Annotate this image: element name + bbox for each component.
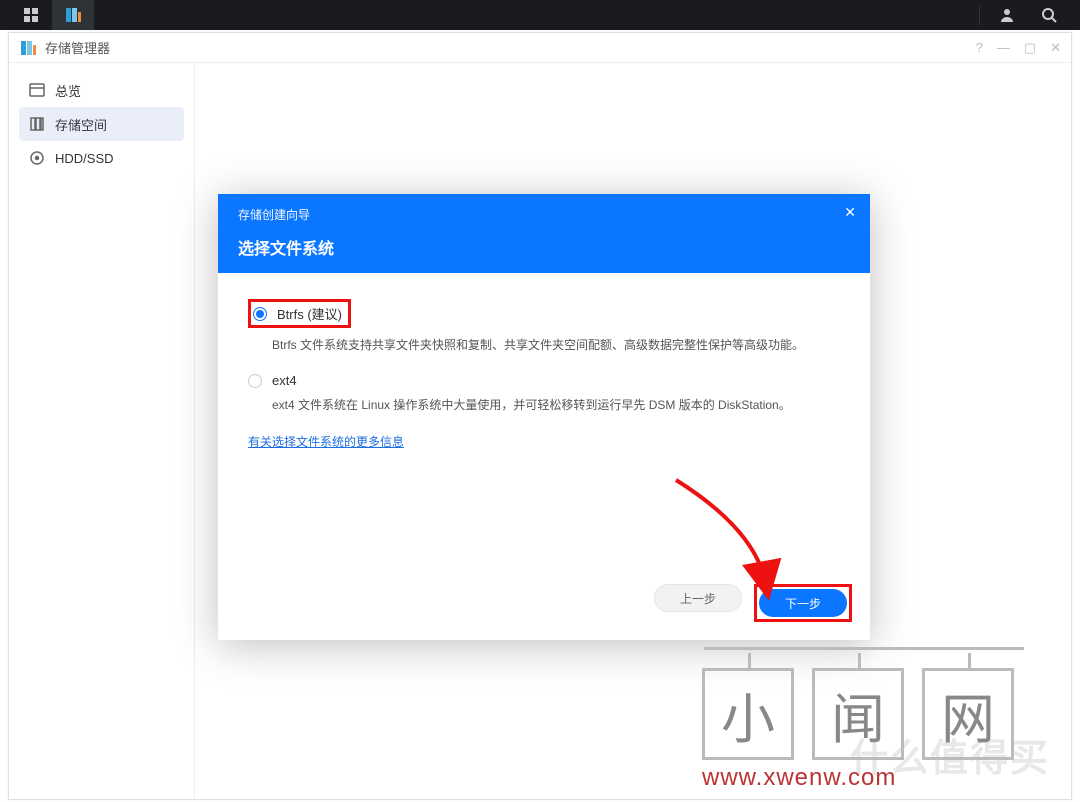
radio-option-ext4[interactable]: ext4: [248, 373, 840, 388]
apps-menu-icon[interactable]: [10, 0, 52, 30]
sidebar-item-storage[interactable]: 存储空间: [19, 107, 184, 141]
more-info-link[interactable]: 有关选择文件系统的更多信息: [248, 435, 404, 449]
taskbar-divider: [979, 5, 980, 25]
maximize-icon[interactable]: ▢: [1024, 40, 1036, 56]
dialog-header: 存储创建向导 选择文件系统 ✕: [218, 194, 870, 273]
sidebar-item-label: HDD/SSD: [55, 151, 114, 166]
help-icon[interactable]: ?: [976, 40, 983, 56]
sidebar-item-label: 存储空间: [55, 115, 107, 134]
storage-creation-wizard-dialog: 存储创建向导 选择文件系统 ✕ Btrfs (建议) Btrfs 文件系统支持共…: [218, 194, 870, 640]
storage-icon: [29, 116, 45, 132]
close-icon[interactable]: ✕: [1050, 40, 1061, 56]
radio-option-btrfs[interactable]: Btrfs (建议): [253, 304, 342, 323]
overview-icon: [29, 82, 45, 98]
wizard-name: 存储创建向导: [238, 206, 850, 223]
dialog-footer: 上一步 下一步: [218, 572, 870, 640]
watermark-background-text: 什么值得买: [850, 727, 1050, 782]
window-title: 存储管理器: [45, 38, 976, 57]
radio-label: Btrfs (建议): [277, 304, 342, 323]
sidebar-item-label: 总览: [55, 81, 81, 100]
taskbar-app-storage-manager[interactable]: [52, 0, 94, 30]
dialog-body: Btrfs (建议) Btrfs 文件系统支持共享文件夹快照和复制、共享文件夹空…: [218, 273, 870, 572]
window-titlebar: 存储管理器 ? — ▢ ✕: [9, 33, 1071, 63]
search-icon[interactable]: [1028, 0, 1070, 30]
radio-icon: [253, 307, 267, 321]
user-icon[interactable]: [986, 0, 1028, 30]
sidebar: 总览 存储空间 HDD/SSD: [9, 63, 195, 799]
sidebar-item-overview[interactable]: 总览: [19, 73, 184, 107]
minimize-icon[interactable]: —: [997, 40, 1010, 56]
dialog-title: 选择文件系统: [238, 235, 850, 259]
next-button[interactable]: 下一步: [759, 589, 847, 617]
previous-button[interactable]: 上一步: [654, 584, 742, 612]
radio-label: ext4: [272, 373, 297, 388]
os-taskbar: [0, 0, 1080, 30]
annotation-highlight-next: 下一步: [754, 584, 852, 622]
dialog-close-icon[interactable]: ✕: [844, 204, 856, 221]
option-description: Btrfs 文件系统支持共享文件夹快照和复制、共享文件夹空间配额、高级数据完整性…: [272, 336, 840, 355]
radio-icon: [248, 374, 262, 388]
window-app-icon: [19, 39, 37, 57]
option-description: ext4 文件系统在 Linux 操作系统中大量使用，并可轻松移转到运行早先 D…: [272, 396, 840, 415]
annotation-highlight-btrfs: Btrfs (建议): [248, 299, 351, 328]
hdd-icon: [29, 150, 45, 166]
sidebar-item-hdd-ssd[interactable]: HDD/SSD: [19, 141, 184, 175]
